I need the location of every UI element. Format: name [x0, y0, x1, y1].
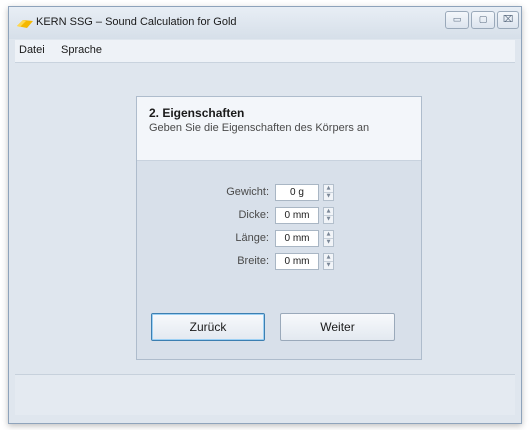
- spin-up-icon[interactable]: ▲: [324, 208, 333, 216]
- menu-bar: Datei Sprache: [15, 40, 515, 62]
- thickness-input[interactable]: 0 mm: [275, 207, 319, 224]
- menu-sprache[interactable]: Sprache: [61, 44, 102, 56]
- thickness-label: Dicke:: [238, 209, 269, 221]
- spin-up-icon[interactable]: ▲: [324, 185, 333, 193]
- width-input[interactable]: 0 mm: [275, 253, 319, 270]
- length-input[interactable]: 0 mm: [275, 230, 319, 247]
- length-label: Länge:: [235, 232, 269, 244]
- window-title: KERN SSG – Sound Calculation for Gold: [36, 16, 237, 28]
- minimize-button[interactable]: ▭: [445, 11, 469, 29]
- field-row-weight: Gewicht: 0 g ▲ ▼: [137, 184, 423, 202]
- close-button[interactable]: ⌧: [497, 11, 519, 29]
- thickness-spinner[interactable]: ▲ ▼: [323, 207, 334, 224]
- field-row-thickness: Dicke: 0 mm ▲ ▼: [137, 207, 423, 225]
- panel-header: 2. Eigenschaften Geben Sie die Eigenscha…: [137, 97, 421, 161]
- properties-panel: 2. Eigenschaften Geben Sie die Eigenscha…: [136, 96, 422, 360]
- back-button[interactable]: Zurück: [151, 313, 265, 341]
- spin-down-icon[interactable]: ▼: [324, 239, 333, 246]
- spin-down-icon[interactable]: ▼: [324, 216, 333, 223]
- spin-up-icon[interactable]: ▲: [324, 231, 333, 239]
- app-icon: [17, 20, 33, 28]
- next-button[interactable]: Weiter: [280, 313, 395, 341]
- weight-input[interactable]: 0 g: [275, 184, 319, 201]
- field-row-width: Breite: 0 mm ▲ ▼: [137, 253, 423, 271]
- status-strip: [15, 374, 515, 415]
- width-spinner[interactable]: ▲ ▼: [323, 253, 334, 270]
- weight-spinner[interactable]: ▲ ▼: [323, 184, 334, 201]
- maximize-button[interactable]: ▢: [471, 11, 495, 29]
- spin-up-icon[interactable]: ▲: [324, 254, 333, 262]
- length-spinner[interactable]: ▲ ▼: [323, 230, 334, 247]
- spin-down-icon[interactable]: ▼: [324, 262, 333, 269]
- width-label: Breite:: [237, 255, 269, 267]
- weight-label: Gewicht:: [226, 186, 269, 198]
- panel-subtitle: Geben Sie die Eigenschaften des Körpers …: [149, 122, 370, 134]
- title-bar[interactable]: KERN SSG – Sound Calculation for Gold ▭ …: [9, 7, 521, 39]
- client-area: 2. Eigenschaften Geben Sie die Eigenscha…: [15, 62, 515, 415]
- panel-title: 2. Eigenschaften: [149, 106, 245, 120]
- menu-datei[interactable]: Datei: [19, 44, 45, 56]
- app-window: KERN SSG – Sound Calculation for Gold ▭ …: [8, 6, 522, 424]
- field-row-length: Länge: 0 mm ▲ ▼: [137, 230, 423, 248]
- spin-down-icon[interactable]: ▼: [324, 193, 333, 200]
